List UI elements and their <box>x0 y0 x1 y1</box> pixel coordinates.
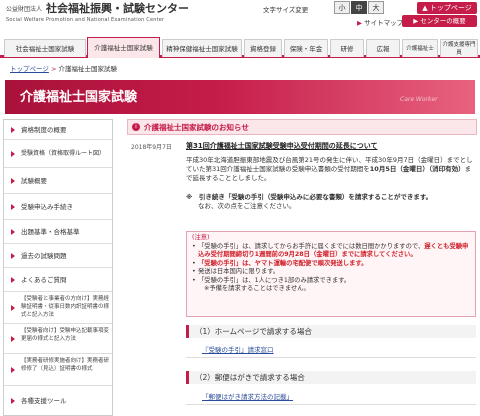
tab-label: 資格登録 <box>250 45 276 53</box>
triangle-right-icon <box>11 228 15 235</box>
triangle-right-icon <box>11 366 15 373</box>
notice-title-link[interactable]: 第31回介護福祉士国家試験受験申込受付期間の延長について <box>186 141 378 151</box>
triangle-right-icon <box>11 203 15 210</box>
tab-label: 研修 <box>340 45 354 53</box>
caution-item: 発送は日本国内に限ります。 <box>192 268 470 277</box>
tab-label: 介護支援専門員 <box>442 42 476 56</box>
deadline-text: 10月5日（金曜日）（消印有効） <box>369 165 465 173</box>
sidebar-item-application[interactable]: 受験申込み手続き <box>4 194 112 220</box>
caution-item: 「受験の手引」は、1人につき1部のみ請求できます。 <box>192 277 470 286</box>
caution-title: (注意) <box>192 234 210 241</box>
tab-care-worker-exam[interactable]: 介護福祉士国家試験 <box>87 37 160 58</box>
sidebar-item-faq[interactable]: よくあるご質問 <box>4 268 112 292</box>
guide-request-link[interactable]: 『受験の手引』請求窓口 <box>202 344 274 354</box>
sitemap-label: サイトマップ <box>364 19 404 27</box>
caution-warning: 「受験の手引」は、ヤマト運輸の宅配便で順次発送します。 <box>198 259 368 267</box>
triangle-right-icon <box>11 252 15 259</box>
tab-label: 保険・年金 <box>289 45 323 53</box>
tab-label: 介護福祉士 <box>406 46 434 52</box>
font-size-medium-button[interactable]: 中 <box>351 1 367 14</box>
caution-item: ※予備を請求することはできません。 <box>192 285 470 294</box>
sidebar-item-label: 受験資格（資格取得ルート図） <box>21 150 106 157</box>
caution-box: (注意) 「受験の手引」は、請求してからお手許に届くまでには数日間かかりますので… <box>186 231 476 317</box>
triangle-right-icon <box>11 335 15 342</box>
tab-label: 精神保健福祉士国家試験 <box>166 45 238 53</box>
sidebar: 資格制度の概要 受験資格（資格取得ルート図） 試験概要 受験申込み手続き 出題基… <box>3 119 113 416</box>
tab-label: 社会福祉士国家試験 <box>15 45 75 53</box>
caution-text: 「受験の手引」は、請求してからお手許に届くまでには数日間かかりますので、 <box>198 242 425 250</box>
center-overview-button[interactable]: ▶ センターの概要 <box>402 15 477 27</box>
sidebar-item-exam-overview[interactable]: 試験概要 <box>4 168 112 194</box>
sidebar-item-support-tools[interactable]: 各種支援ツール <box>4 386 112 416</box>
sidebar-item-label: 各種支援ツール <box>21 397 67 405</box>
breadcrumb-home-link[interactable]: トップページ <box>10 65 49 73</box>
font-size-small-button[interactable]: 小 <box>334 1 350 14</box>
tab-social-worker-exam[interactable]: 社会福祉士国家試験 <box>4 39 86 57</box>
sidebar-item-qualification-overview[interactable]: 資格制度の概要 <box>4 120 112 140</box>
breadcrumb: トップページ > 介護福祉士国家試験 <box>10 63 117 73</box>
sidebar-item-label: 試験概要 <box>21 177 47 185</box>
note-text: ※ 引き続き「受験の手引（受験申込みに必要な書類）を請求することができます。 <box>186 193 433 201</box>
caution-text: 発送は日本国内に限ります。 <box>198 268 280 275</box>
triangle-right-icon <box>11 398 15 404</box>
triangle-right-icon <box>11 150 15 157</box>
triangle-right-icon <box>11 304 15 311</box>
sidebar-item-label: 出題基準・合格基準 <box>21 228 80 236</box>
tab-care-manager[interactable]: 介護支援専門員 <box>440 39 478 57</box>
sidebar-item-training-certificate-form[interactable]: 【実務者研修実施者向け】実務者研修修了（見込）証明書の様式 <box>4 354 112 386</box>
sidebar-item-change-notice-form[interactable]: 【受験者向け】受験申込記載事項変更届の様式と記入方法 <box>4 324 112 354</box>
tab-label: 介護福祉士国家試験 <box>94 44 153 52</box>
caution-text: ※予備を請求することはできません。 <box>204 285 310 292</box>
tab-label: 広報 <box>376 45 390 53</box>
note-text: なお、次の点をご注意ください。 <box>198 202 296 210</box>
page-subtitle: Care Worker <box>400 96 438 103</box>
triangle-right-icon <box>11 177 15 184</box>
sidebar-item-label: 資格制度の概要 <box>21 126 67 134</box>
triangle-right-icon <box>11 276 15 283</box>
sidebar-item-label: 受験申込み手続き <box>21 203 73 211</box>
divider <box>186 404 476 405</box>
tab-registration[interactable]: 資格登録 <box>244 39 282 57</box>
org-english-name: Social Welfare Promotion and National Ex… <box>6 17 165 23</box>
font-size-label: 文字サイズ変更 <box>263 6 309 14</box>
sidebar-item-label: 過去の試験問題 <box>21 252 67 260</box>
page-title: 介護福祉士国家試験 <box>20 90 138 105</box>
triangle-right-icon: ▶ <box>357 19 362 27</box>
caution-text: 「受験の手引」は、1人につき1部のみ請求できます。 <box>198 276 351 284</box>
sidebar-item-label: 【実務者研修実施者向け】実務者研修修了（見込）証明書の様式 <box>21 358 110 372</box>
notice-note: ※ 引き続き「受験の手引（受験申込みに必要な書類）を請求することができます。 な… <box>186 193 476 211</box>
request-web-heading: （1）ホームページで請求する場合 <box>186 325 476 338</box>
font-size-large-button[interactable]: 大 <box>368 1 384 14</box>
divider <box>186 357 476 358</box>
top-page-button[interactable]: ▲ トップページ <box>417 2 477 14</box>
sidebar-item-eligibility[interactable]: 受験資格（資格取得ルート図） <box>4 140 112 168</box>
tab-training[interactable]: 研修 <box>330 39 364 57</box>
breadcrumb-separator: > <box>50 65 57 73</box>
section-header: i 介護福祉士国家試験のお知らせ <box>127 119 477 135</box>
notice-date: 2018年9月7日 <box>131 144 172 151</box>
section-title: 介護福祉士国家試験のお知らせ <box>144 123 249 132</box>
postcard-request-link[interactable]: 「郵便はがき請求方法の記載」 <box>202 391 293 401</box>
tab-insurance-pension[interactable]: 保険・年金 <box>284 39 328 57</box>
sidebar-item-criteria[interactable]: 出題基準・合格基準 <box>4 220 112 244</box>
request-postcard-heading: （2）郵便はがきで請求する場合 <box>186 371 476 384</box>
sidebar-item-label: よくあるご質問 <box>21 276 67 284</box>
sitemap-link[interactable]: ▶ サイトマップ <box>357 17 403 27</box>
sidebar-item-past-exams[interactable]: 過去の試験問題 <box>4 244 112 268</box>
tab-pr[interactable]: 広報 <box>366 39 400 57</box>
notice-paragraph: 平成30年北海道胆振東部地震及び台風第21号の発生に伴い、平成30年9月7日（金… <box>186 156 476 183</box>
tab-care-worker[interactable]: 介護福祉士 <box>402 39 438 57</box>
triangle-right-icon <box>11 126 15 133</box>
caution-item: 「受験の手引」は、請求してからお手許に届くまでには数日間かかりますので、遅くとも… <box>192 243 470 260</box>
org-name-logo[interactable]: 社会福祉振興・試験センター <box>46 0 189 16</box>
sidebar-item-label: 【受験者向け】受験申込記載事項変更届の様式と記入方法 <box>21 328 110 342</box>
sidebar-item-work-experience-form[interactable]: 【受験者と事業者の方向け】実務経験証明書・従事日数内訳証明書の様式と記入方法 <box>4 292 112 324</box>
sidebar-item-label: 【受験者と事業者の方向け】実務経験証明書・従事日数内訳証明書の様式と記入方法 <box>21 296 110 318</box>
main-navigation: 社会福祉士国家試験 介護福祉士国家試験 精神保健福祉士国家試験 資格登録 保険・… <box>0 37 480 58</box>
caution-item: 「受験の手引」は、ヤマト運輸の宅配便で順次発送します。 <box>192 260 470 269</box>
breadcrumb-current: 介護福祉士国家試験 <box>58 65 117 73</box>
tab-psychiatric-social-worker-exam[interactable]: 精神保健福祉士国家試験 <box>162 39 242 57</box>
info-circle-icon: i <box>132 123 140 131</box>
org-type: 公益財団法人 <box>6 6 43 13</box>
